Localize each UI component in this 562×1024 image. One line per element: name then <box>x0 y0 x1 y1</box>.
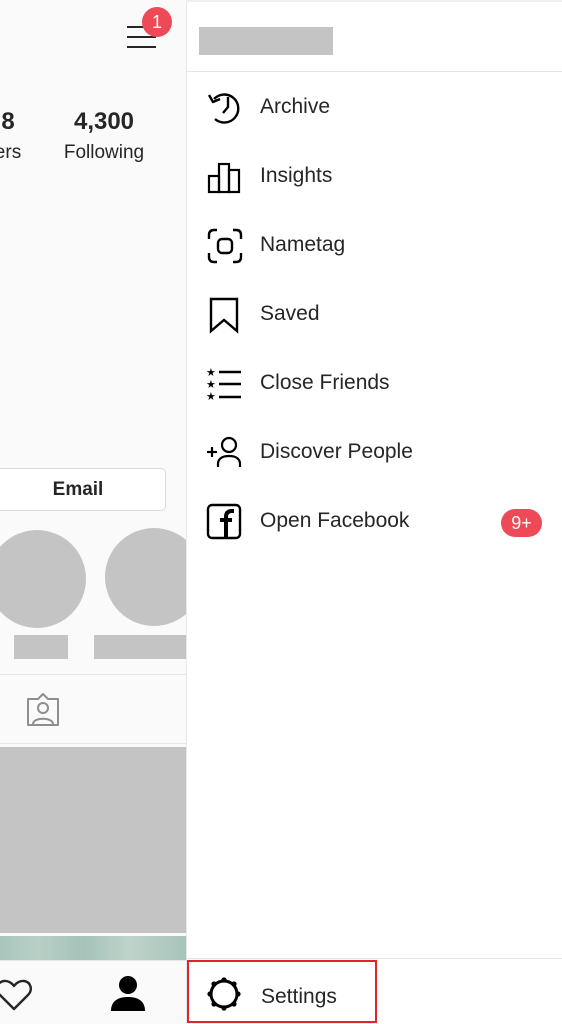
following-count: 4,300 <box>73 108 135 135</box>
divider <box>0 674 186 675</box>
activity-tab[interactable] <box>0 977 34 1013</box>
grid-photo[interactable] <box>0 747 186 933</box>
gear-icon <box>207 977 241 1011</box>
bookmark-icon <box>209 297 239 334</box>
menu-item-label: Discover People <box>260 440 413 463</box>
menu-item-archive[interactable]: Archive <box>187 77 562 137</box>
menu-item-label: Close Friends <box>260 371 390 394</box>
menu-item-nametag[interactable]: Nametag <box>187 215 562 275</box>
person-filled-icon <box>111 976 145 1011</box>
menu-item-label: Open Facebook <box>260 509 410 532</box>
following-label: Following <box>63 142 145 163</box>
username-placeholder <box>199 27 333 55</box>
facebook-icon <box>206 503 242 540</box>
heart-icon <box>0 979 32 1011</box>
bar-chart-icon <box>207 162 241 194</box>
star-list-icon: ★ ★ ★ <box>206 366 241 403</box>
divider <box>187 958 562 959</box>
followers-stat[interactable]: 8 ers <box>0 108 38 166</box>
menu-item-label: Insights <box>260 164 333 187</box>
story-highlight[interactable] <box>0 530 86 628</box>
email-button[interactable]: Email <box>0 468 166 511</box>
tagged-person-icon <box>27 693 59 726</box>
menu-item-label: Saved <box>260 302 320 325</box>
followers-label: ers <box>0 142 22 163</box>
nametag-icon <box>207 228 243 264</box>
settings-button[interactable]: Settings <box>187 960 377 1023</box>
menu-item-label: Nametag <box>260 233 346 256</box>
menu-item-open-facebook[interactable]: Open Facebook 9+ <box>187 491 562 551</box>
add-person-icon <box>207 436 242 467</box>
settings-label: Settings <box>261 985 337 1008</box>
drawer-header <box>187 2 562 72</box>
tagged-photos-tab[interactable] <box>24 692 62 728</box>
side-drawer: Archive Insights Nametag Saved ★ ★ ★ Clo… <box>186 2 562 1024</box>
followers-count: 8 <box>1 108 15 135</box>
profile-tab[interactable] <box>108 975 148 1013</box>
archive-clock-icon <box>207 93 240 124</box>
menu-item-close-friends[interactable]: ★ ★ ★ Close Friends <box>187 353 562 413</box>
grid-photo[interactable] <box>0 936 186 960</box>
divider <box>0 743 186 744</box>
facebook-notification-badge: 9+ <box>501 509 542 537</box>
menu-item-label: Archive <box>260 95 331 118</box>
story-highlight-label-placeholder <box>14 635 68 659</box>
bottom-navigation <box>0 960 186 1024</box>
notification-badge: 1 <box>142 7 172 37</box>
story-highlight[interactable] <box>105 528 186 626</box>
menu-item-saved[interactable]: Saved <box>187 284 562 344</box>
menu-item-discover-people[interactable]: Discover People <box>187 422 562 482</box>
following-stat[interactable]: 4,300 Following <box>55 108 153 166</box>
svg-text:★: ★ <box>206 390 216 403</box>
profile-page-background: 1 8 ers 4,300 Following Email <box>0 0 186 1024</box>
story-highlight-label-placeholder <box>94 635 186 659</box>
menu-item-insights[interactable]: Insights <box>187 146 562 206</box>
menu-bar <box>127 46 156 48</box>
